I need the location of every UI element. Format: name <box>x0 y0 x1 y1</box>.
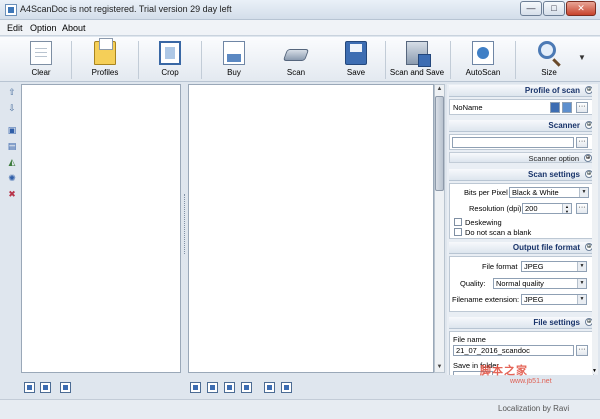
preview-pane[interactable] <box>188 84 434 373</box>
bits-per-pixel-select[interactable]: Black & White ▼ <box>509 187 589 198</box>
crop-button[interactable]: Crop <box>146 39 194 80</box>
profiles-button[interactable]: Profiles <box>80 38 130 80</box>
watermark-url: www.jb51.net <box>510 378 552 385</box>
toolbar-separator <box>71 41 72 79</box>
buy-icon <box>223 41 245 65</box>
quality-select[interactable]: Normal quality ▼ <box>493 278 587 289</box>
size-button[interactable]: Size <box>524 39 574 80</box>
scan-settings-body: Bits per Pixel Black & White ▼ Resolutio… <box>449 183 594 239</box>
window-title: A4ScanDoc is not registered. Trial versi… <box>20 4 232 14</box>
scan-save-icon <box>406 41 431 67</box>
scanner-section-body: ··· <box>449 134 594 150</box>
scanner-icon <box>282 49 310 61</box>
file-name-input[interactable]: 21_07_2016_scandoc <box>453 345 574 356</box>
profile-save-icon[interactable] <box>562 102 572 113</box>
close-button[interactable]: ✕ <box>566 1 596 16</box>
toolbar-separator <box>450 41 451 79</box>
left-tool-strip: ⇧ ⇩ ▣ ▤ ◭ ✺ ✖ <box>4 84 20 374</box>
title-bar: A4ScanDoc is not registered. Trial versi… <box>0 0 600 20</box>
output-format-header[interactable]: Output file format ⊕ <box>449 242 594 254</box>
toolbar-separator <box>201 41 202 79</box>
scroll-up-icon[interactable]: ▲ <box>435 85 444 94</box>
scroll-thumb[interactable] <box>435 96 444 191</box>
crop-icon <box>159 41 181 65</box>
profile-open-icon[interactable] <box>550 102 560 113</box>
grid-view-icon[interactable] <box>60 382 71 393</box>
profile-section-header[interactable]: Profile of scan ⊕ <box>449 85 594 97</box>
toolbar-separator <box>515 41 516 79</box>
scanner-more-button[interactable]: ··· <box>576 137 588 148</box>
autoscan-icon <box>472 41 494 65</box>
chevron-down-icon: ▼ <box>577 279 586 288</box>
profile-name: NoName <box>453 103 483 112</box>
settings-scrollbar[interactable]: ▼ <box>592 84 598 374</box>
thumbnail-pane[interactable] <box>21 84 181 373</box>
app-icon <box>5 4 17 16</box>
save-page-icon[interactable]: ▣ <box>6 124 18 136</box>
toolbar: Clear Profiles Crop Buy Scan Save Scan a… <box>0 37 600 82</box>
buy-button[interactable]: Buy <box>210 39 258 80</box>
floppy-disk-icon <box>345 41 367 65</box>
menu-option[interactable]: Option <box>30 23 57 33</box>
preview-scrollbar[interactable]: ▲ ▼ <box>434 84 445 373</box>
chevron-down-icon: ▼ <box>577 262 586 271</box>
minimize-button[interactable]: — <box>520 1 542 16</box>
profile-section-body: NoName ··· <box>449 99 594 115</box>
scanner-section-header[interactable]: Scanner ⊕ <box>449 120 594 132</box>
delete-icon[interactable]: ✖ <box>6 188 18 200</box>
clear-button[interactable]: Clear <box>16 39 66 80</box>
scroll-down-icon[interactable]: ▼ <box>592 368 597 374</box>
fit-height-icon[interactable] <box>224 382 235 393</box>
menu-edit[interactable]: Edit <box>7 23 23 33</box>
expand-icon[interactable]: ⊕ <box>584 154 592 162</box>
folder-icon <box>94 38 116 65</box>
save-button[interactable]: Save <box>332 39 380 80</box>
menu-about[interactable]: About <box>62 23 86 33</box>
file-name-more-button[interactable]: ··· <box>576 345 588 356</box>
move-down-icon[interactable]: ⇩ <box>6 102 18 114</box>
move-up-icon[interactable]: ⇧ <box>6 86 18 98</box>
scanner-select[interactable] <box>452 137 574 148</box>
pane-splitter[interactable] <box>182 84 187 373</box>
status-bar: Localization by Ravi <box>0 399 600 419</box>
filename-extension-select[interactable]: JPEG ▼ <box>521 294 587 305</box>
file-format-select[interactable]: JPEG ▼ <box>521 261 587 272</box>
status-text: Localization by Ravi <box>498 404 570 413</box>
select-all-icon[interactable] <box>24 382 35 393</box>
actual-size-icon[interactable] <box>241 382 252 393</box>
skip-blank-checkbox[interactable] <box>454 228 462 236</box>
scan-settings-header[interactable]: Scan settings ⊕ <box>449 169 594 181</box>
toolbar-separator <box>385 41 386 79</box>
blank-page-icon <box>30 41 52 65</box>
image-icon[interactable]: ◭ <box>6 156 18 168</box>
scan-button[interactable]: Scan <box>272 39 320 80</box>
settings-panel: Profile of scan ⊕ NoName ··· Scanner ⊕ ·… <box>447 84 598 384</box>
scan-and-save-button[interactable]: Scan and Save <box>389 39 445 80</box>
file-settings-header[interactable]: File settings ⊕ <box>449 317 594 329</box>
menu-bar: Edit Option About <box>0 20 600 36</box>
resolution-input[interactable]: 200 ▲ ▼ <box>522 203 572 214</box>
deskewing-checkbox[interactable] <box>454 218 462 226</box>
chevron-down-icon[interactable]: ▼ <box>578 53 586 62</box>
page-list-icon[interactable]: ▤ <box>6 140 18 152</box>
toolbar-separator <box>138 41 139 79</box>
chevron-down-icon: ▼ <box>577 295 586 304</box>
resolution-more-button[interactable]: ··· <box>576 203 588 214</box>
zoom-in-icon[interactable] <box>264 382 275 393</box>
select-none-icon[interactable] <box>40 382 51 393</box>
fit-page-icon[interactable] <box>190 382 201 393</box>
watermark-text: 脚本之家 <box>480 365 528 377</box>
zoom-out-icon[interactable] <box>281 382 292 393</box>
magnifier-icon <box>538 41 556 59</box>
resolution-spinner[interactable]: ▲ ▼ <box>562 204 571 213</box>
scanner-option-header[interactable]: Scanner option ⊕ <box>449 152 594 163</box>
fit-width-icon[interactable] <box>207 382 218 393</box>
output-format-body: File format JPEG ▼ Quality: Normal quali… <box>449 256 594 312</box>
scroll-down-icon[interactable]: ▼ <box>435 363 444 372</box>
profile-more-button[interactable]: ··· <box>576 102 588 113</box>
autoscan-button[interactable]: AutoScan <box>458 39 508 80</box>
settings-icon[interactable]: ✺ <box>6 172 18 184</box>
chevron-down-icon: ▼ <box>579 188 588 197</box>
maximize-button[interactable]: □ <box>543 1 565 16</box>
